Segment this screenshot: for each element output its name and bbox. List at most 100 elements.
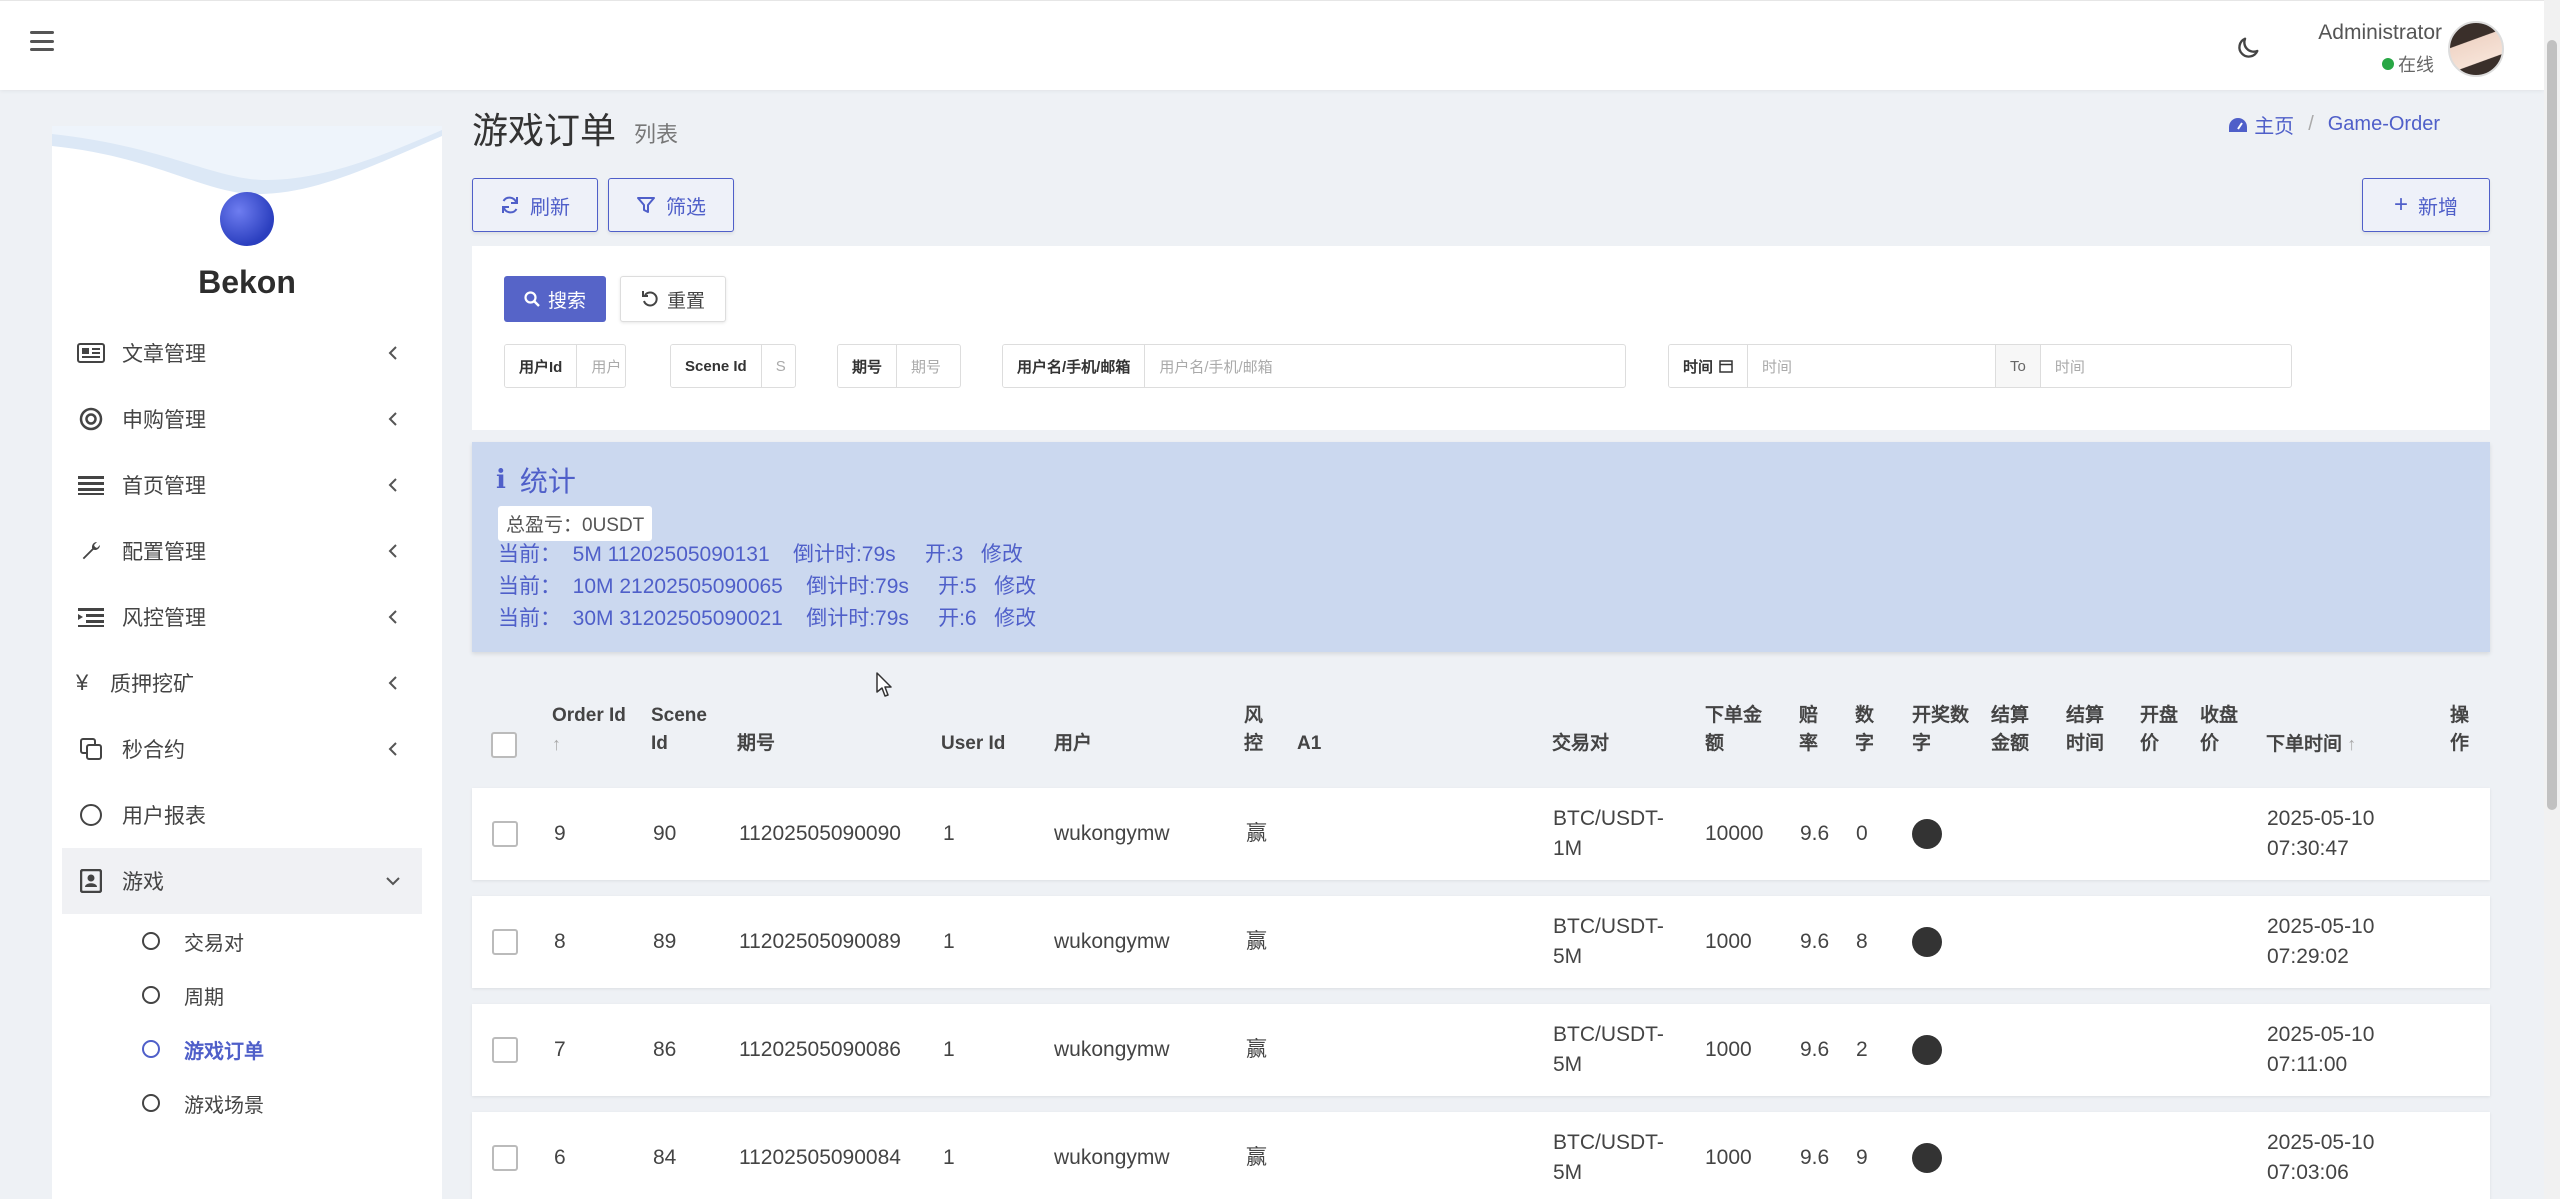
col-user[interactable]: 用户 [1054, 730, 1092, 758]
col-user-id[interactable]: User Id [941, 730, 1005, 758]
sidebar-subitem-period[interactable]: 周期 [62, 968, 422, 1022]
username-input[interactable]: 用户名/手机/邮箱 [1145, 345, 1625, 387]
cell-time: 07:03:06 [2267, 1161, 2349, 1184]
period-filter: 期号 期号 [837, 344, 961, 388]
breadcrumb-home[interactable]: 主页 [2228, 110, 2294, 139]
search-button[interactable]: 搜索 [504, 276, 606, 322]
table-row[interactable]: 6 84 11202505090084 1 wukongymw 赢 BTC/US… [472, 1112, 2490, 1199]
col-odds[interactable]: 赔率 [1799, 702, 1818, 758]
stats-title: i 统计 [496, 460, 576, 500]
col-risk[interactable]: 风控 [1244, 702, 1263, 758]
stats-total: 总盈亏：0USDT [498, 506, 653, 541]
sidebar-item-homepage[interactable]: 首页管理 [62, 452, 422, 518]
scene-id-input[interactable]: S [762, 345, 795, 387]
col-order-time[interactable]: 下单时间 ↑ [2266, 730, 2356, 759]
col-close-price[interactable]: 收盘价 [2200, 702, 2238, 758]
add-button[interactable]: + 新增 [2362, 178, 2490, 232]
filter-icon [637, 197, 655, 213]
stats-current-10m[interactable]: 当前： 10M 21202505090065 倒计时:79s 开:5 修改 [498, 570, 1036, 600]
cell-user-id: 1 [943, 1146, 955, 1169]
reset-label: 重置 [666, 290, 705, 312]
sidebar-item-game[interactable]: 游戏 [62, 848, 422, 914]
col-open-price[interactable]: 开盘价 [2140, 702, 2178, 758]
circle-icon [76, 803, 106, 827]
sidebar-subitem-game-order[interactable]: 游戏订单 [62, 1022, 422, 1076]
sidebar-item-config[interactable]: 配置管理 [62, 518, 422, 584]
table-row[interactable]: 7 86 11202505090086 1 wukongymw 赢 BTC/US… [472, 1004, 2490, 1096]
row-checkbox[interactable] [492, 1145, 518, 1171]
copy-icon [76, 737, 106, 761]
col-order-time-label: 下单时间 [2266, 734, 2343, 755]
col-amount[interactable]: 下单金额 [1705, 702, 1762, 758]
user-id-input[interactable]: 用户 [577, 345, 625, 387]
cell-order-id: 9 [554, 822, 566, 845]
sort-up-icon: ↑ [2347, 734, 2357, 754]
sidebar-item-articles[interactable]: 文章管理 [62, 320, 422, 386]
filter-panel: 搜索 重置 用户Id 用户 Scene Id S 期号 期号 用户名/手机/邮箱… [472, 246, 2490, 430]
col-scene-id[interactable]: Scene Id [651, 702, 707, 758]
stats-current-5m[interactable]: 当前： 5M 11202505090131 倒计时:79s 开:3 修改 [498, 538, 1023, 568]
cell-order-time: 2025-05-10 07:03:06 [2267, 1112, 2374, 1199]
stats-current-30m[interactable]: 当前： 30M 31202505090021 倒计时:79s 开:6 修改 [498, 602, 1036, 632]
sidebar-item-staking[interactable]: ¥ 质押挖矿 [62, 650, 422, 716]
undo-icon [641, 291, 658, 307]
cell-number: 0 [1856, 822, 1868, 845]
sidebar-item-risk[interactable]: 风控管理 [62, 584, 422, 650]
info-icon: i [496, 465, 506, 495]
sidebar-subitem-trading-pair[interactable]: 交易对 [62, 914, 422, 968]
search-label: 搜索 [547, 290, 586, 312]
col-settle-time[interactable]: 结算 时间 [2066, 702, 2104, 758]
time-end-input[interactable]: 时间 [2041, 345, 2291, 387]
time-start-input[interactable]: 时间 [1748, 345, 1997, 387]
period-input[interactable]: 期号 [897, 345, 960, 387]
refresh-button[interactable]: 刷新 [472, 178, 598, 232]
col-number[interactable]: 数字 [1855, 702, 1874, 758]
row-checkbox[interactable] [492, 821, 518, 847]
table-row[interactable]: 9 90 11202505090090 1 wukongymw 赢 BTC/US… [472, 788, 2490, 880]
sidebar-item-subscription[interactable]: 申购管理 [62, 386, 422, 452]
stats-panel: i 统计 总盈亏：0USDT 当前： 5M 11202505090131 倒计时… [472, 442, 2490, 652]
col-pair[interactable]: 交易对 [1552, 730, 1609, 758]
table-row[interactable]: 8 89 11202505090089 1 wukongymw 赢 BTC/US… [472, 896, 2490, 988]
cell-risk: 赢 [1246, 1038, 1267, 1061]
cell-pair-line2: 5M [1553, 1161, 1583, 1184]
sidebar-item-second-contract[interactable]: 秒合约 [62, 716, 422, 782]
refresh-icon [502, 196, 518, 214]
cell-amount: 1000 [1705, 1038, 1752, 1061]
sidebar-subitem-game-scene[interactable]: 游戏场景 [62, 1076, 422, 1130]
cell-number: 8 [1856, 930, 1868, 953]
col-a1[interactable]: A1 [1297, 730, 1321, 758]
select-all-checkbox[interactable] [491, 732, 517, 758]
scrollbar-thumb[interactable] [2547, 40, 2557, 810]
sidebar-item-label: 游戏 [122, 871, 164, 894]
circle-icon [142, 932, 160, 950]
page-scrollbar[interactable] [2544, 0, 2560, 1199]
cell-scene-id: 84 [653, 1146, 677, 1169]
reset-button[interactable]: 重置 [620, 276, 726, 322]
cell-user: wukongymw [1054, 1146, 1170, 1169]
filter-button[interactable]: 筛选 [608, 178, 734, 232]
col-label-line1: 赔 [1799, 705, 1819, 726]
draw-ball-icon [1912, 1143, 1942, 1173]
hamburger-menu-icon[interactable] [30, 31, 54, 51]
sidebar-item-user-report[interactable]: 用户报表 [62, 782, 422, 848]
sidebar-item-label: 文章管理 [122, 343, 206, 366]
col-order-id-label: Order Id [552, 705, 626, 726]
col-draw-number[interactable]: 开奖数字 [1912, 702, 1969, 758]
col-settle-amount[interactable]: 结算 金额 [1991, 702, 2029, 758]
user-name[interactable]: Administrator [2318, 21, 2442, 45]
filter-label-text: 时间 [1683, 358, 1714, 376]
draw-ball-icon [1912, 1035, 1942, 1065]
row-checkbox[interactable] [492, 1037, 518, 1063]
col-period[interactable]: 期号 [737, 730, 775, 758]
table-header: Order Id ↑ Scene Id 期号 User Id 用户 风控 A1 交易… [472, 692, 2490, 782]
sidebar-item-label: 秒合约 [122, 739, 185, 762]
col-label-line1: 结算 [2066, 705, 2105, 726]
col-order-id[interactable]: Order Id ↑ [552, 702, 626, 759]
list-icon [76, 473, 106, 497]
row-checkbox[interactable] [492, 929, 518, 955]
dark-mode-toggle-icon[interactable] [2234, 34, 2262, 62]
dashboard-icon [2229, 117, 2248, 132]
avatar[interactable] [2448, 21, 2504, 77]
col-label-line1: 操 [2450, 705, 2470, 726]
